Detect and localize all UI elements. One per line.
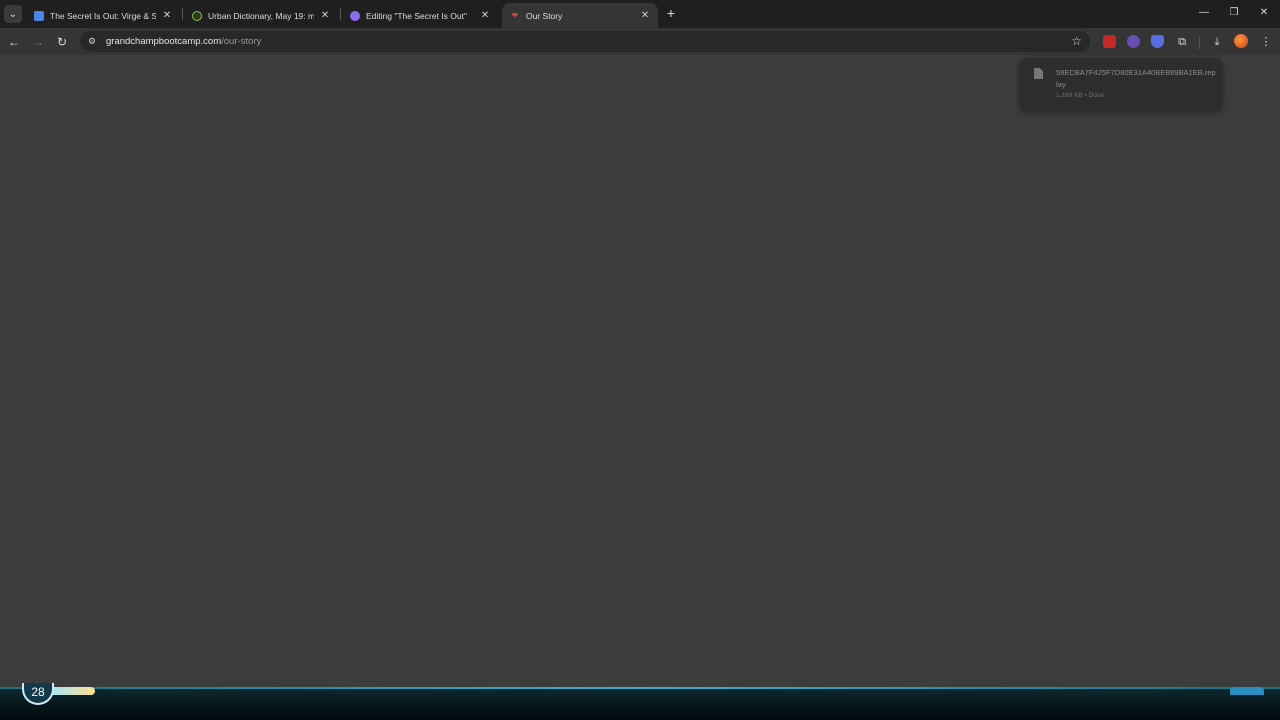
tab-search-button[interactable]: ⌄ [4,5,22,23]
page-content [0,55,1280,687]
restore-button[interactable]: ❐ [1226,6,1242,20]
kebab-menu-icon[interactable]: ⋮ [1258,34,1274,50]
overlay-glow [1230,687,1264,695]
download-icon[interactable]: ⤓ [1209,34,1225,50]
puzzle-extensions-icon[interactable]: ⧉ [1174,34,1190,50]
shield-icon[interactable] [1151,35,1164,48]
url-path: /our-story [221,36,262,47]
site-icon: ❤ [511,10,519,20]
tab-separator [182,8,183,20]
ud-icon [192,10,202,21]
address-bar[interactable]: ⚙ grandchampbootcamp.com /our-story ☆ [80,31,1090,52]
chevron-down-icon: ⌄ [8,8,18,20]
toolbar-separator [1199,37,1200,49]
tab-title: The Secret Is Out: Virge & Spoo [50,10,156,21]
close-icon[interactable]: ✕ [480,10,490,21]
close-icon: ✕ [1259,7,1269,18]
tab-secret-is-out-docs[interactable]: The Secret Is Out: Virge & Spoo ✕ [26,3,180,28]
tab-editing-secret-is-out[interactable]: Editing "The Secret Is Out" ✕ [342,3,498,28]
tab-separator [340,8,341,20]
profile-avatar[interactable] [1234,34,1248,48]
minimize-button[interactable]: — [1196,6,1212,20]
xp-bar [50,687,95,695]
new-tab-button[interactable]: + [664,5,678,21]
plus-icon: + [666,5,676,21]
site-info-icon[interactable]: ⚙ [88,36,100,47]
docs-icon [34,10,44,21]
game-overlay-bar: 28 [0,683,1280,720]
tab-our-story[interactable]: ❤ Our Story ✕ [502,3,658,28]
download-bubble[interactable]: 59ECBA7F425F7D80E31A40BEB89BA1EB.replay … [1020,58,1222,110]
close-icon[interactable]: ✕ [640,10,650,21]
minimize-icon: — [1199,7,1209,18]
tab-title: Our Story [526,10,563,21]
forward-button[interactable]: → [30,34,46,50]
tab-title: Urban Dictionary, May 19: mille [208,10,314,21]
tab-title: Editing "The Secret Is Out" [366,10,467,21]
reload-button[interactable]: ↻ [54,34,70,50]
download-filename[interactable]: 59ECBA7F425F7D80E31A40BEB89BA1EB.replay [1056,67,1216,91]
close-icon[interactable]: ✕ [320,10,330,21]
close-icon[interactable]: ✕ [162,10,172,21]
url-host: grandchampbootcamp.com [106,36,222,47]
extension-purple-icon[interactable] [1127,35,1140,48]
tab-strip: ⌄ The Secret Is Out: Virge & Spoo ✕ Urba… [0,0,1280,28]
download-status: 1,189 KB • Done [1056,92,1105,99]
close-window-button[interactable]: ✕ [1256,6,1272,20]
overlay-border [0,687,1280,689]
back-button[interactable]: ← [6,34,22,50]
arrow-right-icon: → [32,35,44,49]
reload-icon: ↻ [56,35,68,49]
level-badge: 28 [22,683,54,705]
arrow-left-icon: ← [8,35,20,49]
bookmark-star-icon[interactable]: ☆ [1071,34,1082,48]
extension-red-icon[interactable] [1103,35,1116,48]
tab-urban-dictionary[interactable]: Urban Dictionary, May 19: mille ✕ [184,3,338,28]
editor-icon [350,10,360,21]
file-icon [1034,68,1043,79]
restore-icon: ❐ [1229,7,1239,18]
browser-toolbar: ← → ↻ ⚙ grandchampbootcamp.com /our-stor… [0,28,1280,55]
